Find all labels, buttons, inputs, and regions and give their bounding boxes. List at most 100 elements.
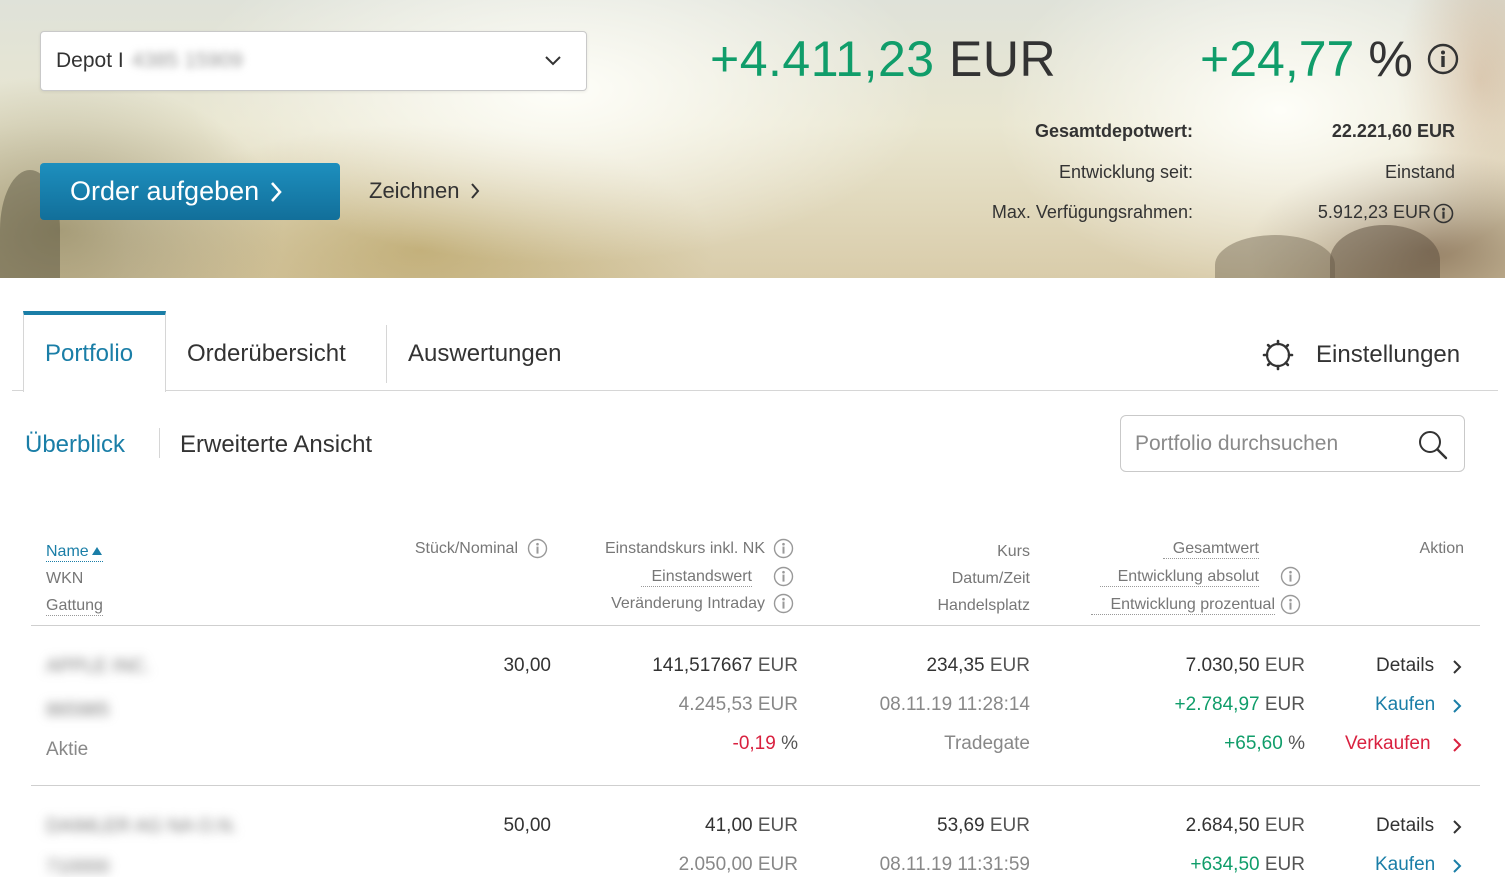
chevron-right-icon [1453, 699, 1462, 713]
search-input[interactable] [1135, 430, 1405, 458]
buy-label: Kaufen [1375, 854, 1436, 875]
info-icon[interactable] [1427, 43, 1459, 75]
percent-unit: % [781, 733, 798, 754]
buy-label: Kaufen [1375, 694, 1436, 715]
security-wkn: 865985 [46, 700, 110, 721]
chevron-down-icon [545, 56, 561, 66]
summary-label-since: Entwicklung seit: [1058, 162, 1193, 182]
details-link[interactable]: Details [1376, 815, 1434, 837]
currency-unit: EUR [989, 655, 1030, 676]
summary-label-limit: Max. Verfügungsrahmen: [991, 202, 1193, 222]
cost-value-value: 4.245,53 [678, 694, 753, 715]
currency-unit: EUR [1264, 854, 1305, 875]
currency-unit: EUR [757, 854, 798, 875]
zeichnen-link[interactable]: Zeichnen [369, 178, 480, 204]
info-icon[interactable] [1280, 594, 1301, 615]
cost-price: 141,517667 EUR [560, 655, 798, 677]
chevron-right-icon [1453, 859, 1462, 873]
chevron-right-icon [470, 183, 479, 199]
price: 53,69 EUR [830, 815, 1030, 837]
sell-link[interactable]: Verkaufen [1345, 733, 1431, 755]
buy-link[interactable]: Kaufen [1375, 854, 1435, 876]
hero-banner: Depot I 4385 15909 Order aufgeben Zeichn… [0, 0, 1505, 278]
column-header-cost-price[interactable]: Einstandskurs inkl. NK [560, 540, 765, 558]
security-name[interactable]: DAIMLER AG NA O.N. [46, 816, 237, 838]
cost-value: 2.050,00 EUR [560, 854, 798, 876]
info-icon[interactable] [773, 566, 794, 587]
total-value: 7.030,50 EUR [1080, 655, 1305, 677]
price-datetime: 08.11.19 11:28:14 [879, 694, 1030, 715]
price-value: 234,35 [926, 655, 985, 676]
tab-separator [386, 325, 387, 383]
tab-portfolio-label[interactable]: Portfolio [45, 340, 133, 368]
total-value: 2.684,50 EUR [1080, 815, 1305, 837]
settings-label: Einstellungen [1316, 341, 1461, 368]
cost-price-value: 141,517667 [652, 655, 753, 676]
info-icon[interactable] [773, 593, 794, 614]
intraday-value: -0,19 [732, 733, 776, 754]
search-icon[interactable] [1416, 428, 1450, 462]
table-header-divider [31, 625, 1480, 626]
performance-abs-unit: EUR [949, 31, 1057, 87]
column-header-datetime[interactable]: Datum/Zeit [880, 570, 1030, 588]
price-datetime: 08.11.19 11:31:59 [879, 854, 1030, 875]
column-header-name[interactable]: Name [46, 543, 103, 562]
security-type: Aktie [46, 739, 89, 760]
total-value-value: 7.030,50 [1185, 655, 1260, 676]
info-icon[interactable] [773, 538, 794, 559]
subnav-overview[interactable]: Überblick [25, 431, 125, 459]
total-value-value: 2.684,50 [1185, 815, 1260, 836]
summary-value-since: Einstand [1384, 162, 1455, 182]
column-header-quantity[interactable]: Stück/Nominal [360, 540, 518, 558]
chevron-right-icon [1453, 660, 1462, 674]
column-header-dev-abs[interactable]: Entwicklung absolut [1100, 568, 1259, 587]
currency-unit: EUR [757, 655, 798, 676]
sort-asc-icon [91, 547, 102, 555]
details-link[interactable]: Details [1376, 655, 1434, 677]
order-button[interactable]: Order aufgeben [40, 163, 340, 220]
summary-label-total: Gesamtdepotwert: [1034, 121, 1193, 141]
tab-orders[interactable]: Orderübersicht [187, 340, 346, 368]
dev-abs-value: +634,50 [1190, 854, 1260, 875]
performance-pct-unit: % [1368, 31, 1413, 87]
performance-abs-value: +4.411,23 [710, 31, 935, 87]
column-header-cost-value[interactable]: Einstandswert [641, 568, 752, 587]
zeichnen-label: Zeichnen [369, 178, 460, 203]
info-icon[interactable] [1433, 203, 1454, 224]
subnav-extended[interactable]: Erweiterte Ansicht [180, 431, 372, 459]
performance-absolute: +4.411,23 EUR [710, 30, 1056, 88]
development-absolute: +2.784,97 EUR [1080, 694, 1305, 716]
dev-pct-value: +65,60 [1224, 733, 1283, 754]
depot-select[interactable]: Depot I 4385 15909 [40, 31, 587, 91]
summary-value-limit: 5.912,23 EUR [1317, 202, 1431, 222]
security-name[interactable]: APPLE INC. [46, 656, 151, 678]
price-value: 53,69 [937, 815, 985, 836]
hero-rock-decoration [1215, 235, 1335, 278]
column-header-wkn[interactable]: WKN [46, 570, 83, 588]
column-header-action: Aktion [1419, 540, 1464, 557]
intraday-change: -0,19 % [560, 733, 799, 755]
quantity: 30,00 [503, 655, 551, 676]
cost-price-value: 41,00 [705, 815, 753, 836]
settings-link[interactable]: Einstellungen [1262, 339, 1460, 371]
info-icon[interactable] [1280, 566, 1301, 587]
gear-icon [1262, 339, 1294, 371]
cost-value-value: 2.050,00 [678, 854, 753, 875]
column-header-type[interactable]: Gattung [46, 597, 103, 616]
column-header-intraday[interactable]: Veränderung Intraday [560, 595, 765, 613]
chevron-right-icon [1453, 820, 1462, 834]
column-header-price[interactable]: Kurs [880, 543, 1030, 561]
summary-value-total: 22.221,60 EUR [1331, 121, 1455, 141]
tab-reports[interactable]: Auswertungen [408, 340, 561, 368]
column-header-dev-pct[interactable]: Entwicklung prozentual [1091, 596, 1275, 615]
column-header-total[interactable]: Gesamtwert [1163, 540, 1259, 559]
chevron-right-icon [1453, 738, 1462, 752]
subnav-separator [159, 428, 160, 458]
info-icon[interactable] [527, 538, 548, 559]
order-button-label: Order aufgeben [70, 176, 260, 206]
details-label: Details [1376, 815, 1435, 836]
buy-link[interactable]: Kaufen [1375, 694, 1435, 716]
tabs-divider [12, 390, 1498, 391]
column-header-venue[interactable]: Handelsplatz [880, 597, 1031, 615]
portfolio-search [1120, 415, 1465, 472]
